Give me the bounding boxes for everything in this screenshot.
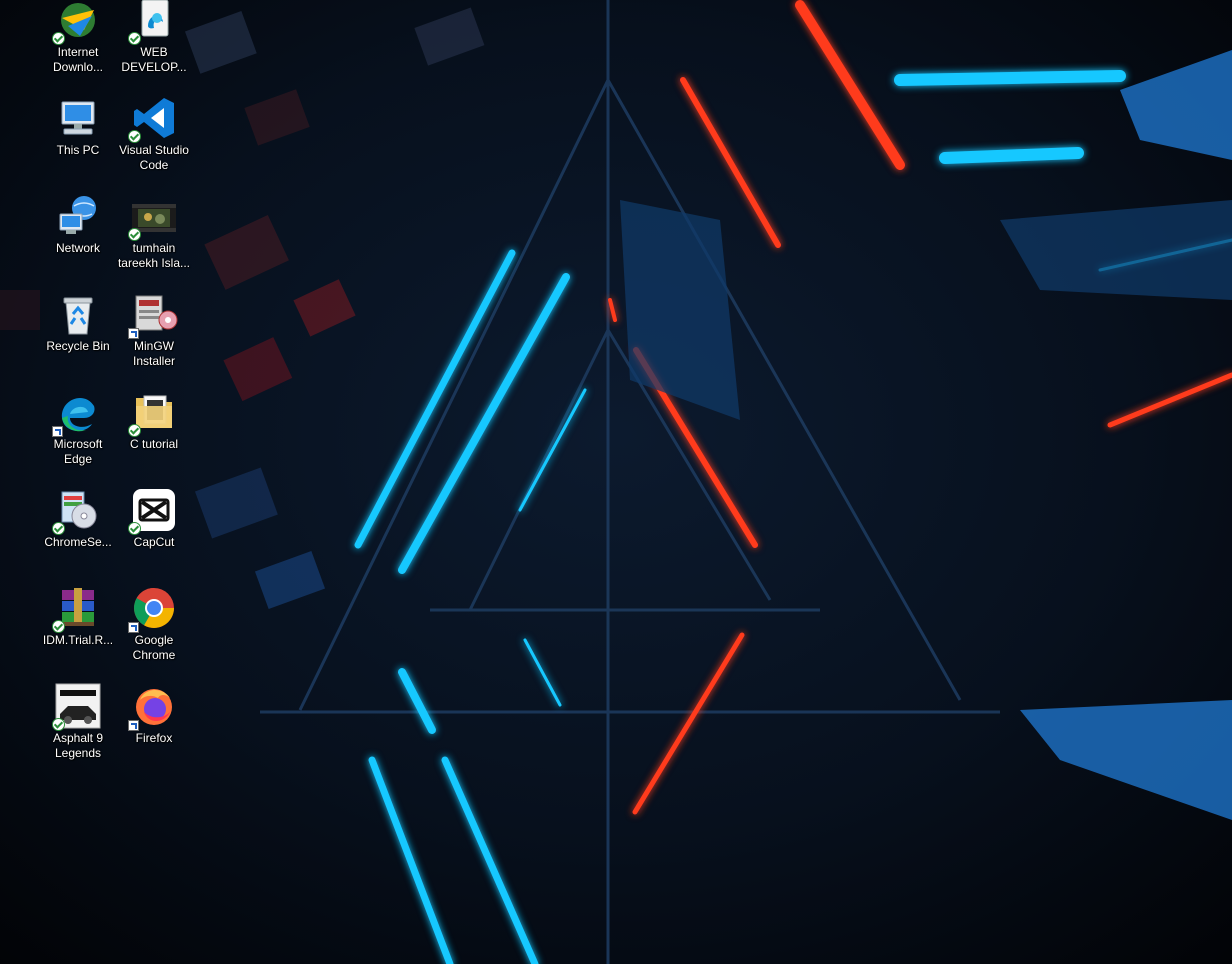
network-icon [54,192,102,240]
computer-icon [54,94,102,142]
desktop-icon-folder[interactable]: C tutorial [117,386,191,480]
asphalt-icon [52,682,102,731]
desktop-icon-asphalt[interactable]: Asphalt 9 Legends [41,680,115,774]
vscode-icon [128,94,178,143]
shortcut-arrow-icon [128,622,139,633]
sync-check-icon [52,32,65,45]
desktop-icon-label: C tutorial [129,437,179,451]
recycle-bin-icon [54,290,102,338]
shortcut-arrow-icon [128,328,139,339]
sync-check-icon [52,522,65,535]
desktop-icon-label: Asphalt 9 Legends [52,731,104,760]
desktop-icon-label: CapCut [133,535,175,549]
shortcut-arrow-icon [52,426,63,437]
desktop-icon-network[interactable]: Network [41,190,115,284]
desktop-icon-firefox[interactable]: Firefox [117,680,191,774]
desktop-icon-chrome[interactable]: Google Chrome [117,582,191,676]
desktop-icon-label: Recycle Bin [46,339,110,353]
sync-check-icon [128,424,141,437]
sync-check-icon [128,32,141,45]
desktop-icon-video-file[interactable]: tumhain tareekh Isla... [117,190,191,284]
desktop-icon-label: This PC [56,143,100,157]
desktop-icon-label: Visual Studio Code [119,143,189,172]
desktop-icon-recycle-bin[interactable]: Recycle Bin [41,288,115,382]
desktop-icon-setup-disc[interactable]: ChromeSe... [41,484,115,578]
desktop-icon-label: Internet Downlo... [52,45,104,74]
desktop-icon-installer[interactable]: MinGW Installer [117,288,191,382]
desktop-icon-winrar[interactable]: IDM.Trial.R... [41,582,115,676]
desktop-icon-label: WEB DEVELOP... [121,45,187,74]
desktop-icon-label: Google Chrome [132,633,176,662]
winrar-icon [52,584,102,633]
setup-disc-icon [52,486,102,535]
desktop-icon-label: IDM.Trial.R... [42,633,114,647]
edge-icon [52,388,102,437]
desktop-icon-idm[interactable]: Internet Downlo... [41,0,115,88]
chrome-icon [128,584,178,633]
desktop-icon-label: Microsoft Edge [53,437,103,466]
desktop-icon-computer[interactable]: This PC [41,92,115,186]
idm-icon [52,0,102,45]
desktop-icon-edge-document[interactable]: WEB DEVELOP... [117,0,191,88]
desktop-icon-capcut[interactable]: CapCut [117,484,191,578]
edge-document-icon [128,0,178,45]
desktop-icon-label: tumhain tareekh Isla... [117,241,191,270]
installer-icon [128,290,178,339]
shortcut-arrow-icon [128,720,139,731]
desktop-icon-label: ChromeSe... [44,535,112,549]
desktop-icon-label: MinGW Installer [132,339,176,368]
sync-check-icon [52,620,65,633]
desktop-icon-label: Network [55,241,100,255]
sync-check-icon [128,228,141,241]
capcut-icon [128,486,178,535]
sync-check-icon [128,130,141,143]
sync-check-icon [52,718,65,731]
desktop-icon-edge[interactable]: Microsoft Edge [41,386,115,480]
desktop-icon-vscode[interactable]: Visual Studio Code [117,92,191,186]
folder-icon [128,388,178,437]
desktop-icon-label: Firefox [135,731,173,745]
firefox-icon [128,682,178,731]
sync-check-icon [128,522,141,535]
video-file-icon [128,192,178,241]
